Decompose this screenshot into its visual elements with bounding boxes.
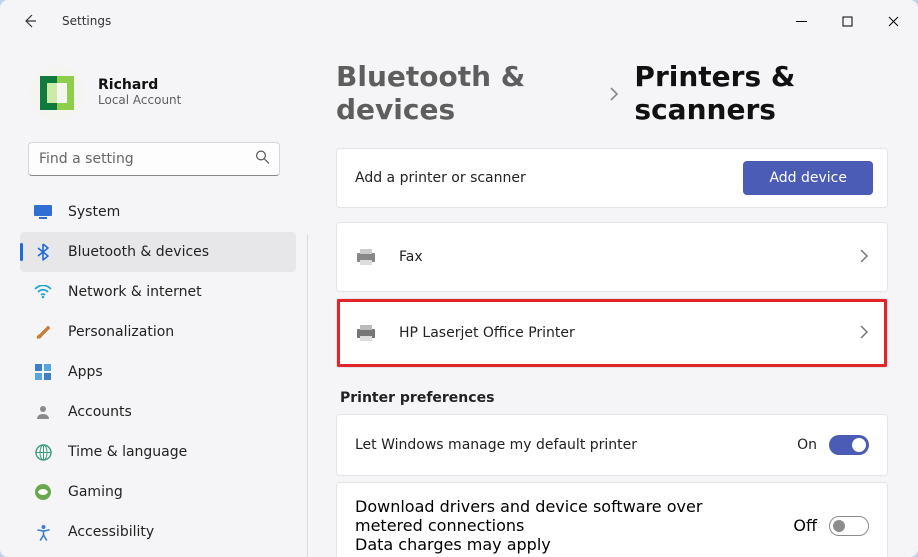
sidebar-item-accessibility[interactable]: Accessibility <box>20 512 296 552</box>
sidebar-divider <box>307 234 308 557</box>
settings-window: Settings <box>0 0 918 557</box>
sidebar-item-network[interactable]: Network & internet <box>20 272 296 312</box>
accessibility-icon <box>34 523 52 541</box>
add-device-card: Add a printer or scanner Add device <box>336 148 888 208</box>
minimize-button[interactable] <box>778 5 824 37</box>
toggle-default-printer[interactable] <box>829 435 869 455</box>
apps-icon <box>34 363 52 381</box>
breadcrumb: Bluetooth & devices Printers & scanners <box>336 60 888 126</box>
sidebar-item-label: System <box>68 204 120 220</box>
brush-icon <box>34 323 52 341</box>
sidebar-item-label: Personalization <box>68 324 174 340</box>
close-button[interactable] <box>870 5 916 37</box>
search-box[interactable] <box>28 142 280 176</box>
wifi-icon <box>34 283 52 301</box>
sidebar-item-time[interactable]: Time & language <box>20 432 296 472</box>
maximize-button[interactable] <box>824 5 870 37</box>
title-bar: Settings <box>0 0 918 42</box>
sidebar-item-label: Network & internet <box>68 284 202 300</box>
sidebar-item-label: Accounts <box>68 404 132 420</box>
sidebar-item-system[interactable]: System <box>20 192 296 232</box>
pref-default-printer: Let Windows manage my default printer On <box>336 414 888 476</box>
sidebar-item-accounts[interactable]: Accounts <box>20 392 296 432</box>
main-panel: Bluetooth & devices Printers & scanners … <box>308 42 918 557</box>
sidebar-item-gaming[interactable]: Gaming <box>20 472 296 512</box>
printer-name: HP Laserjet Office Printer <box>399 325 575 341</box>
add-device-label: Add a printer or scanner <box>355 170 526 186</box>
sidebar: Richard Local Account System Bluetooth &… <box>0 42 308 557</box>
sidebar-item-label: Apps <box>68 364 103 380</box>
user-name: Richard <box>98 77 181 93</box>
page-title: Printers & scanners <box>634 60 888 126</box>
sidebar-item-label: Gaming <box>68 484 123 500</box>
chevron-right-icon <box>859 248 869 267</box>
breadcrumb-parent[interactable]: Bluetooth & devices <box>336 60 594 126</box>
nav-list: System Bluetooth & devices Network & int… <box>8 192 300 552</box>
bluetooth-icon <box>34 243 52 261</box>
avatar <box>30 66 84 120</box>
sidebar-item-label: Time & language <box>68 444 187 460</box>
toggle-metered-download[interactable] <box>829 516 869 536</box>
pref-label: Let Windows manage my default printer <box>355 437 637 453</box>
search-icon <box>255 150 270 169</box>
add-device-button[interactable]: Add device <box>743 161 873 195</box>
globe-clock-icon <box>34 443 52 461</box>
chevron-right-icon <box>608 85 620 106</box>
monitor-icon <box>34 203 52 221</box>
pref-sublabel: Data charges may apply <box>355 535 715 554</box>
sidebar-item-label: Bluetooth & devices <box>68 244 209 260</box>
user-subtitle: Local Account <box>98 93 181 109</box>
sidebar-item-label: Accessibility <box>68 524 154 540</box>
person-icon <box>34 403 52 421</box>
user-block[interactable]: Richard Local Account <box>8 50 300 138</box>
chevron-right-icon <box>859 324 869 343</box>
section-header: Printer preferences <box>340 390 888 406</box>
printer-row-hp-laserjet[interactable]: HP Laserjet Office Printer <box>336 298 888 368</box>
pref-metered-download: Download drivers and device software ove… <box>336 482 888 557</box>
toggle-state-label: Off <box>793 516 817 535</box>
app-title: Settings <box>62 14 111 28</box>
fax-icon <box>355 248 377 266</box>
printer-name: Fax <box>399 249 423 265</box>
sidebar-item-personalization[interactable]: Personalization <box>20 312 296 352</box>
gaming-icon <box>34 483 52 501</box>
pref-label: Download drivers and device software ove… <box>355 497 715 535</box>
back-button[interactable] <box>10 1 50 41</box>
search-input[interactable] <box>28 142 280 176</box>
window-controls <box>778 5 916 37</box>
sidebar-item-bluetooth[interactable]: Bluetooth & devices <box>20 232 296 272</box>
sidebar-item-apps[interactable]: Apps <box>20 352 296 392</box>
printer-row-fax[interactable]: Fax <box>336 222 888 292</box>
toggle-state-label: On <box>797 437 817 453</box>
printer-icon <box>355 324 377 342</box>
